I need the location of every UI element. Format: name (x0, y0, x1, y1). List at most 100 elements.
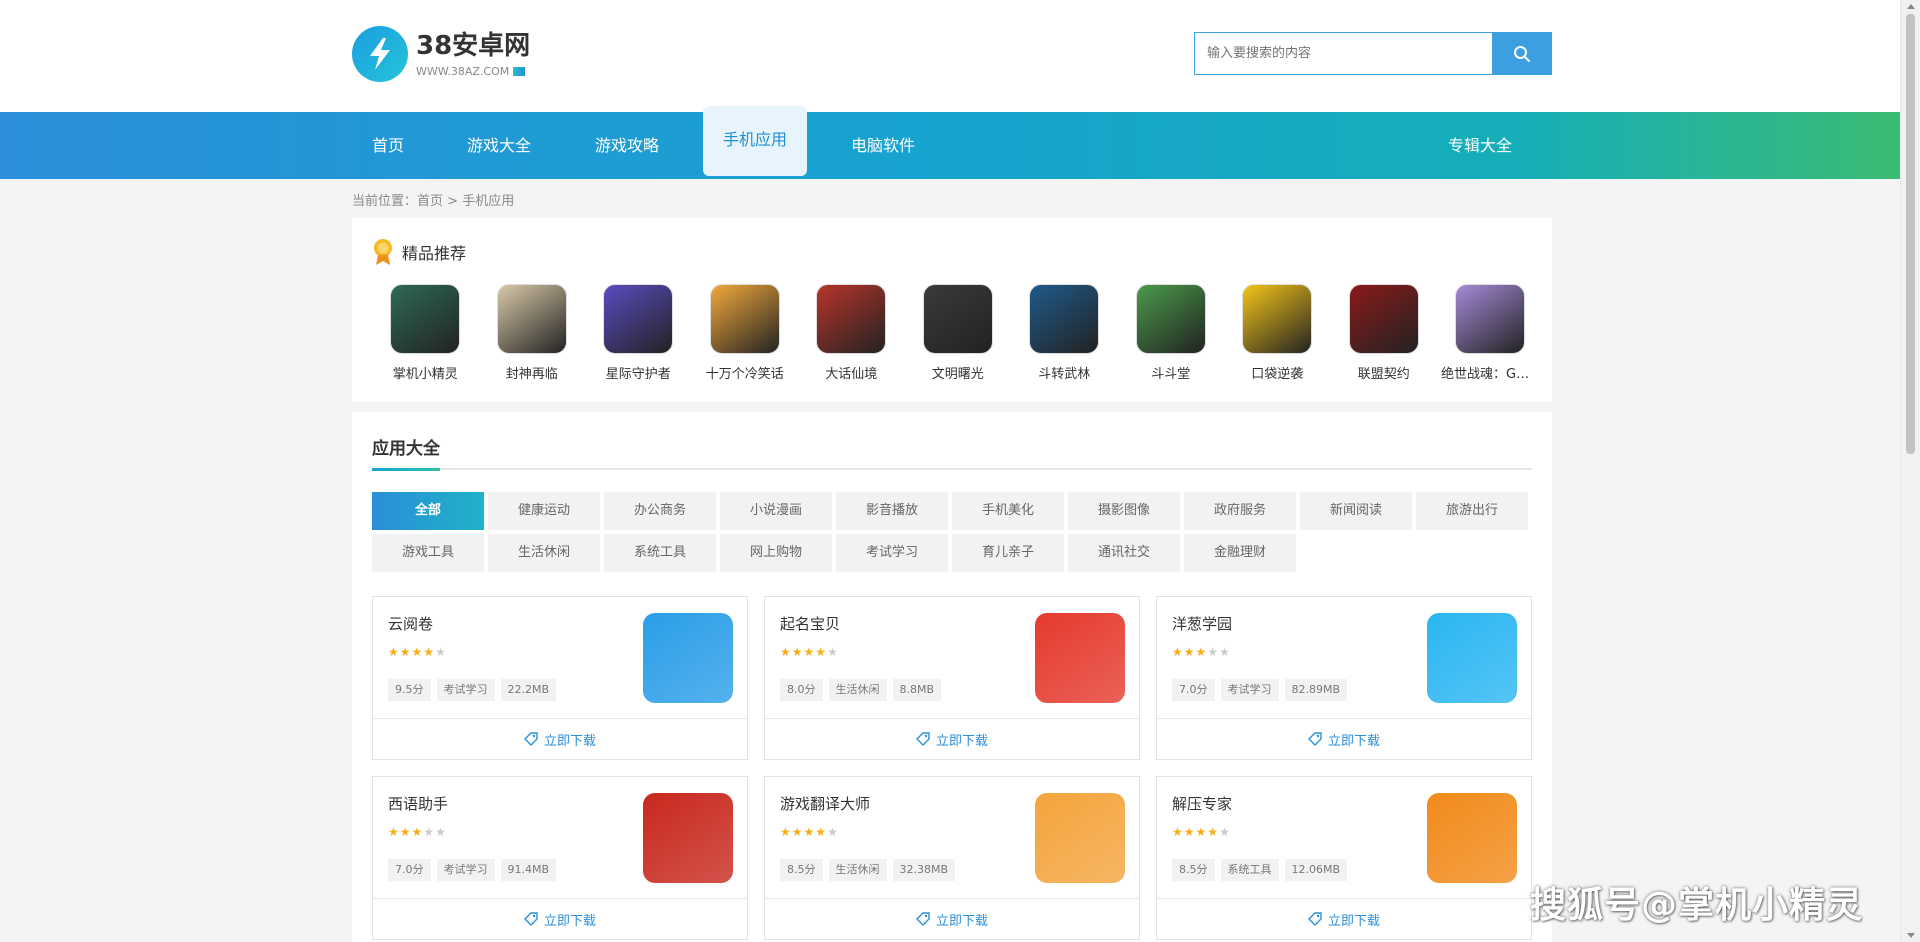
download-button[interactable]: 立即下载 (765, 898, 1139, 939)
app-name[interactable]: 西语助手 (388, 793, 448, 814)
category-tab[interactable]: 新闻阅读 (1300, 492, 1412, 530)
game-name[interactable]: 十万个冷笑话 (692, 363, 799, 382)
featured-game-item[interactable]: 口袋逆袭 (1224, 284, 1331, 382)
featured-game-item[interactable]: 绝世战魂：GM特权 (1437, 284, 1544, 382)
tag-icon (523, 912, 538, 926)
app-name[interactable]: 游戏翻译大师 (780, 793, 870, 814)
scroll-up-icon[interactable] (1907, 4, 1915, 9)
category-tab[interactable]: 办公商务 (604, 492, 716, 530)
nav-item-games[interactable]: 游戏大全 (467, 112, 531, 179)
game-name[interactable]: 文明曙光 (905, 363, 1012, 382)
category-tab[interactable]: 影音播放 (836, 492, 948, 530)
star-icon: ★ (803, 825, 816, 839)
category-tab[interactable]: 全部 (372, 492, 484, 530)
app-icon[interactable] (1035, 613, 1125, 703)
site-logo[interactable]: 38安卓网 WWW.38AZ.COM (352, 26, 530, 82)
featured-game-item[interactable]: 大话仙境 (798, 284, 905, 382)
app-size: 82.89MB (1284, 679, 1348, 701)
game-name[interactable]: 口袋逆袭 (1224, 363, 1331, 382)
nav-item-albums[interactable]: 专辑大全 (1448, 112, 1512, 179)
app-name[interactable]: 起名宝贝 (780, 613, 840, 634)
watermark: 搜狐号@掌机小精灵 (1530, 885, 1864, 926)
category-tab[interactable]: 游戏工具 (372, 534, 484, 572)
category-tab[interactable]: 生活休闲 (488, 534, 600, 572)
download-button[interactable]: 立即下载 (373, 718, 747, 759)
app-icon[interactable] (1427, 613, 1517, 703)
game-icon[interactable] (709, 284, 780, 354)
nav-item-home[interactable]: 首页 (372, 112, 404, 179)
featured-game-item[interactable]: 封神再临 (479, 284, 586, 382)
download-button[interactable]: 立即下载 (1157, 898, 1531, 939)
category-tab[interactable]: 考试学习 (836, 534, 948, 572)
game-icon[interactable] (603, 284, 674, 354)
category-tab[interactable]: 旅游出行 (1416, 492, 1528, 530)
game-name[interactable]: 斗斗堂 (1118, 363, 1225, 382)
game-icon[interactable] (1242, 284, 1313, 354)
featured-games-list: 掌机小精灵 封神再临 星际守护者 十万个冷笑话 大话仙境 文明曙光 斗转武林 斗斗堂 口袋逆袭联… (372, 284, 1544, 382)
star-icon: ★ (1183, 645, 1196, 659)
game-name[interactable]: 星际守护者 (585, 363, 692, 382)
game-icon[interactable] (1455, 284, 1526, 354)
search-button[interactable] (1492, 32, 1552, 75)
featured-game-item[interactable]: 星际守护者 (585, 284, 692, 382)
app-name[interactable]: 洋葱学园 (1172, 613, 1232, 634)
app-icon[interactable] (1427, 793, 1517, 883)
star-icon: ★ (1172, 645, 1184, 659)
app-card: 解压专家 ★★★★★ 8.5分 系统工具 12.06MB 立即下载 (1156, 776, 1532, 940)
game-name[interactable]: 掌机小精灵 (372, 363, 479, 382)
game-icon[interactable] (922, 284, 993, 354)
category-tab[interactable]: 政府服务 (1184, 492, 1296, 530)
featured-game-item[interactable]: 文明曙光 (905, 284, 1012, 382)
app-icon[interactable] (1035, 793, 1125, 883)
category-tab[interactable]: 通讯社交 (1068, 534, 1180, 572)
nav-item-pc-software[interactable]: 电脑软件 (851, 112, 915, 179)
app-icon[interactable] (643, 793, 733, 883)
app-name[interactable]: 解压专家 (1172, 793, 1232, 814)
app-category: 考试学习 (436, 679, 495, 701)
game-icon[interactable] (390, 284, 461, 354)
search-bar (1194, 32, 1552, 75)
game-name[interactable]: 大话仙境 (798, 363, 905, 382)
app-name[interactable]: 云阅卷 (388, 613, 433, 634)
category-tab[interactable]: 育儿亲子 (952, 534, 1064, 572)
app-card: 起名宝贝 ★★★★★ 8.0分 生活休闲 8.8MB 立即下载 (764, 596, 1140, 760)
page-scrollbar[interactable] (1900, 0, 1920, 942)
featured-game-item[interactable]: 掌机小精灵 (372, 284, 479, 382)
game-icon[interactable] (496, 284, 567, 354)
download-button[interactable]: 立即下载 (373, 898, 747, 939)
category-tab[interactable]: 金融理财 (1184, 534, 1296, 572)
nav-item-guides[interactable]: 游戏攻略 (595, 112, 659, 179)
featured-game-item[interactable]: 十万个冷笑话 (692, 284, 799, 382)
download-button[interactable]: 立即下载 (1157, 718, 1531, 759)
medal-icon (374, 239, 392, 265)
category-tab[interactable]: 系统工具 (604, 534, 716, 572)
game-icon[interactable] (1135, 284, 1206, 354)
app-icon[interactable] (643, 613, 733, 703)
game-name[interactable]: 斗转武林 (1011, 363, 1118, 382)
search-input[interactable] (1194, 32, 1492, 75)
breadcrumb-home[interactable]: 首页 (417, 194, 443, 209)
game-name[interactable]: 联盟契约 (1331, 363, 1438, 382)
game-icon[interactable] (1029, 284, 1100, 354)
download-button[interactable]: 立即下载 (765, 718, 1139, 759)
category-tab[interactable]: 网上购物 (720, 534, 832, 572)
app-card: 游戏翻译大师 ★★★★★ 8.5分 生活休闲 32.38MB 立即下载 (764, 776, 1140, 940)
game-name[interactable]: 封神再临 (479, 363, 586, 382)
scroll-thumb[interactable] (1906, 14, 1915, 454)
category-tab[interactable]: 健康运动 (488, 492, 600, 530)
scroll-down-icon[interactable] (1907, 933, 1915, 938)
category-tab[interactable]: 小说漫画 (720, 492, 832, 530)
featured-game-item[interactable]: 斗转武林 (1011, 284, 1118, 382)
game-name[interactable]: 绝世战魂：GM特权 (1437, 363, 1544, 382)
category-tab[interactable]: 手机美化 (952, 492, 1064, 530)
section-divider (372, 468, 1532, 470)
featured-game-item[interactable]: 联盟契约 (1331, 284, 1438, 382)
featured-game-item[interactable]: 斗斗堂 (1118, 284, 1225, 382)
app-tags: 7.0分 考试学习 82.89MB (1172, 679, 1353, 701)
star-rating: ★★★★★ (780, 645, 839, 659)
category-tab[interactable]: 摄影图像 (1068, 492, 1180, 530)
game-icon[interactable] (816, 284, 887, 354)
app-size: 32.38MB (892, 859, 956, 881)
nav-item-mobile-apps[interactable]: 手机应用 (703, 106, 807, 176)
game-icon[interactable] (1348, 284, 1419, 354)
